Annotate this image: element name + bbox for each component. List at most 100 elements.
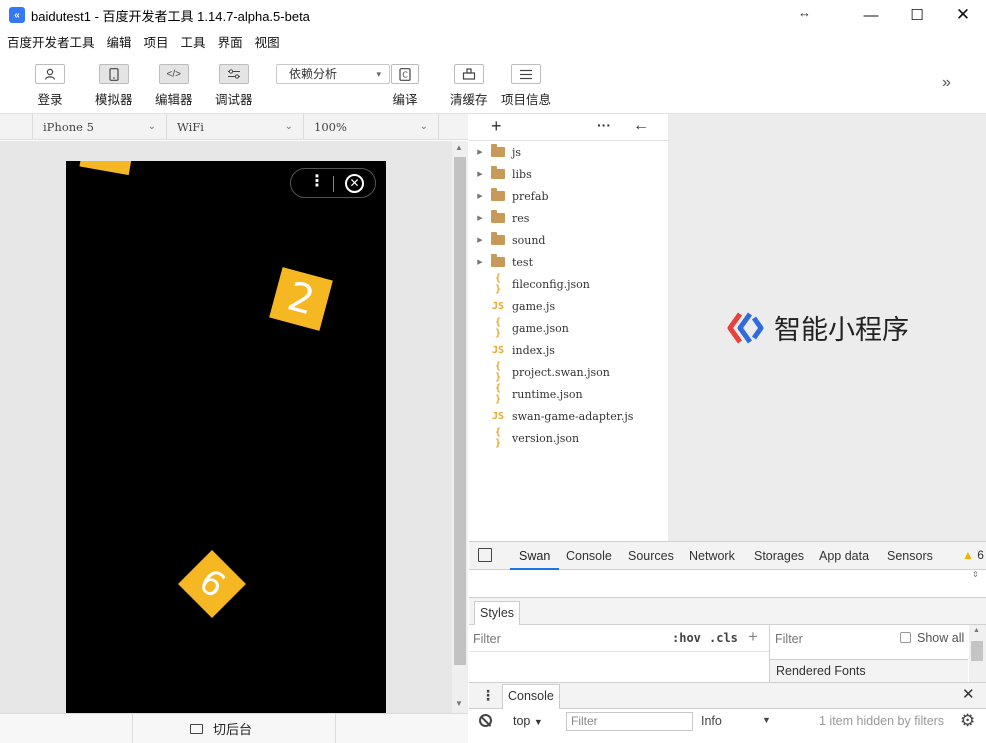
gear-icon[interactable]: ⚙ (960, 711, 975, 731)
scrollbar-thumb[interactable] (454, 157, 466, 665)
resize-handle-icon[interactable]: ⇕ (972, 570, 979, 579)
close-circle-icon[interactable]: ✕ (345, 174, 364, 193)
tab-sensors[interactable]: Sensors (887, 542, 933, 570)
scroll-down-icon[interactable]: ▼ (455, 699, 463, 708)
tree-item-label: sound (512, 233, 546, 247)
caret-down-icon[interactable]: ▼ (762, 715, 771, 725)
scrollbar-thumb[interactable] (971, 641, 983, 661)
window-title: baidutest1 - 百度开发者工具 1.14.7-alpha.5-beta (31, 8, 310, 24)
device-select[interactable]: iPhone 5 ⌄ (32, 114, 166, 140)
menu-interface[interactable]: 界面 (218, 32, 243, 51)
phone-icon (98, 64, 129, 84)
scroll-up-icon[interactable]: ▲ (455, 143, 463, 152)
login-button[interactable]: 登录 (35, 64, 65, 108)
add-icon[interactable]: + (748, 627, 758, 647)
mini-program-capsule: ⋮ ✕ (290, 168, 376, 198)
tree-folder[interactable]: ▶ sound (469, 229, 545, 251)
menu-edit[interactable]: 编辑 (107, 32, 132, 51)
hov-toggle[interactable]: :hov (672, 631, 701, 645)
backstage-button[interactable]: 切后台 (190, 719, 252, 738)
maximize-button[interactable]: ☐ (894, 0, 940, 30)
debugger-toggle[interactable]: 调试器 (215, 64, 253, 108)
js-file-icon: JS (491, 410, 505, 422)
smart-program-logo-icon (727, 312, 764, 343)
minimize-button[interactable]: — (848, 0, 894, 30)
menu-tools[interactable]: 工具 (181, 32, 206, 51)
simulator-label: 模拟器 (95, 93, 133, 107)
zoom-select[interactable]: 100% ⌄ (303, 114, 439, 140)
tree-file[interactable]: { } version.json (469, 427, 579, 449)
tree-item-label: fileconfig.json (512, 277, 590, 291)
tree-folder[interactable]: ▶ libs (469, 163, 532, 185)
tab-network[interactable]: Network (689, 542, 735, 570)
level-select-value[interactable]: Info (701, 714, 722, 728)
network-select[interactable]: WiFi ⌄ (166, 114, 303, 140)
cls-toggle[interactable]: .cls (709, 631, 738, 645)
js-file-icon: JS (491, 344, 505, 356)
drawer-menu-icon[interactable]: ⋮ (481, 687, 495, 704)
simulator-scrollbar[interactable]: ▲ ▼ (452, 141, 468, 713)
inspect-element-icon[interactable] (478, 548, 492, 562)
menu-project[interactable]: 项目 (144, 32, 169, 51)
tab-console[interactable]: Console (566, 542, 612, 570)
simulator-toggle[interactable]: 模拟器 (95, 64, 133, 108)
code-icon: </> (158, 64, 189, 84)
monitor-icon (190, 723, 203, 734)
tab-storages[interactable]: Storages (754, 542, 804, 570)
more-dots-icon[interactable]: ⋮ (309, 172, 325, 192)
arrow-left-icon[interactable]: ← (633, 117, 649, 135)
chevron-down-icon: ⌄ (147, 121, 156, 132)
tree-file[interactable]: { } game.json (469, 317, 569, 339)
tree-folder[interactable]: ▶ res (469, 207, 529, 229)
rendered-fonts-header[interactable]: Rendered Fonts (770, 659, 968, 682)
tree-file[interactable]: { } runtime.json (469, 383, 583, 405)
project-info-button[interactable]: 项目信息 (501, 64, 551, 108)
menu-bar: 百度开发者工具 编辑 项目 工具 界面 视图 (0, 30, 986, 52)
tile-number: 2 (282, 273, 320, 325)
tree-file[interactable]: { } fileconfig.json (469, 273, 590, 295)
network-select-value: WiFi (177, 120, 204, 134)
tree-folder[interactable]: ▶ js (469, 141, 521, 163)
editor-toggle[interactable]: </> 编辑器 (155, 64, 193, 108)
json-file-icon: { } (494, 317, 502, 339)
tree-folder[interactable]: ▶ test (469, 251, 533, 273)
close-window-button[interactable]: ✕ (940, 0, 986, 30)
tab-sources[interactable]: Sources (628, 542, 674, 570)
chevron-down-icon: ⌄ (419, 121, 428, 132)
tab-console-drawer[interactable]: Console (502, 684, 560, 709)
computed-filter-input[interactable]: Filter (775, 632, 803, 646)
tree-file[interactable]: JS game.js (469, 295, 555, 317)
tab-app-data[interactable]: App data (819, 542, 869, 570)
tab-styles[interactable]: Styles (474, 601, 521, 625)
warning-badge[interactable]: ▲ 6 (962, 548, 984, 562)
sliders-icon (218, 64, 249, 84)
tree-file[interactable]: { } project.swan.json (469, 361, 610, 383)
menu-view[interactable]: 视图 (255, 32, 280, 51)
context-select[interactable]: top ▼ (513, 714, 543, 728)
dependency-select[interactable]: 依赖分析 ▾ (276, 64, 390, 84)
tile-number: 6 (191, 561, 233, 607)
warning-count: 6 (977, 548, 984, 562)
tree-file[interactable]: JS swan-game-adapter.js (469, 405, 633, 427)
game-canvas[interactable]: 2 6 ⋮ ✕ (66, 161, 386, 713)
tab-swan[interactable]: Swan (510, 542, 560, 570)
show-all-checkbox[interactable] (900, 632, 911, 643)
more-horizontal-icon[interactable]: ··· (597, 117, 611, 133)
tree-folder[interactable]: ▶ prefab (469, 185, 548, 207)
double-chevron-right-icon[interactable]: » (942, 74, 951, 92)
clear-console-icon[interactable] (479, 714, 492, 727)
clear-cache-button[interactable]: 清缓存 (450, 64, 488, 108)
scroll-up-icon[interactable]: ▲ (973, 627, 980, 634)
computed-scrollbar[interactable]: ▲ (969, 625, 986, 682)
console-filter-input[interactable]: Filter (566, 712, 693, 731)
game-tile-6: 6 (178, 550, 246, 618)
folder-icon (491, 232, 505, 245)
elements-panel: ⇕ (469, 570, 986, 598)
compile-button[interactable]: C 编译 (391, 64, 419, 108)
resize-arrows-icon[interactable]: ↔ (798, 5, 811, 20)
close-drawer-icon[interactable]: ✕ (962, 685, 975, 703)
styles-filter-input[interactable]: Filter (473, 632, 501, 646)
menu-app[interactable]: 百度开发者工具 (7, 32, 95, 51)
tree-file[interactable]: JS index.js (469, 339, 555, 361)
add-icon[interactable]: + (491, 116, 502, 137)
